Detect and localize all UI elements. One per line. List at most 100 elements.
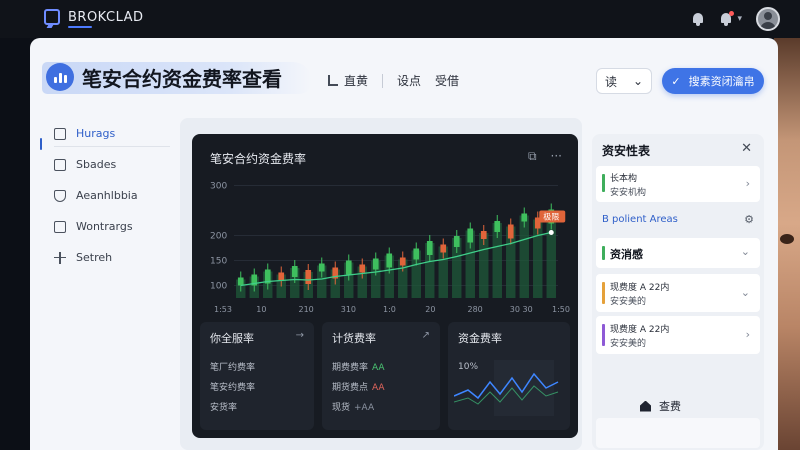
mini-card-title: 资金费率 bbox=[458, 332, 502, 345]
mini-row-label: 安货率 bbox=[210, 403, 238, 413]
sidebar-item-hurags[interactable]: Hurags bbox=[30, 118, 180, 150]
sidebar-item-label: Sbades bbox=[76, 158, 117, 171]
card-line-2: 安安美的 bbox=[610, 339, 647, 349]
section-card[interactable]: 资消感 ⌄ bbox=[596, 238, 760, 268]
right-panel: 资安性表 ✕ 长本构 安安机构 › B polient Areas ⚙ 资消感 … bbox=[592, 134, 764, 450]
y-tick-label: 100 bbox=[210, 282, 227, 292]
avatar[interactable] bbox=[756, 7, 780, 31]
info-card-2[interactable]: 现费度 A 22内 安安美的 ⌄ bbox=[596, 274, 760, 312]
sidebar: Hurags Sbades Aeanhlbbia Wontrargs Setre… bbox=[30, 118, 180, 273]
mini-sparkline bbox=[454, 360, 559, 416]
chat-logo-icon bbox=[44, 9, 60, 25]
query-button[interactable]: 查费 bbox=[640, 398, 681, 414]
x-tick-label: 10 bbox=[256, 305, 266, 314]
x-tick-label: 30 30 bbox=[510, 305, 533, 314]
placeholder-card bbox=[596, 418, 760, 448]
y-tick-label: 200 bbox=[210, 232, 227, 242]
toolbar-link-1[interactable]: 直黄 bbox=[328, 72, 368, 89]
card-line-1: 现费度 A 22内 bbox=[610, 283, 670, 293]
x-tick-label: 20 bbox=[425, 305, 435, 314]
mini-card-3[interactable]: 资金费率 10% bbox=[448, 322, 570, 430]
mini-row-label: 笔厂约费率 bbox=[210, 363, 256, 373]
info-card-3[interactable]: 现费度 A 22内 安安美的 › bbox=[596, 316, 760, 354]
x-tick-label: 310 bbox=[341, 305, 356, 314]
mini-row-label: 现货 bbox=[332, 403, 351, 413]
chevron-right-icon[interactable]: › bbox=[746, 328, 750, 341]
mini-row-label: 期费费率 bbox=[332, 363, 369, 373]
grid-icon bbox=[54, 158, 66, 171]
toolbar-link-3[interactable]: 受借 bbox=[435, 72, 459, 89]
mini-row-value: AA bbox=[372, 383, 385, 393]
sidebar-item-label: Setreh bbox=[76, 251, 113, 264]
mini-row: 笔安约费率 bbox=[210, 380, 255, 393]
bell-icon[interactable] bbox=[691, 12, 705, 26]
more-icon[interactable]: ··· bbox=[551, 149, 562, 164]
corner-icon bbox=[328, 75, 338, 86]
mini-card-title: 计货费率 bbox=[332, 332, 376, 345]
divider bbox=[54, 146, 170, 147]
toolbar-link-2[interactable]: 设点 bbox=[397, 72, 421, 89]
query-button-label: 查费 bbox=[659, 400, 681, 413]
card-line-2: 安安机构 bbox=[610, 188, 647, 198]
mini-row: 现货 +AA bbox=[332, 400, 374, 413]
trend-line bbox=[240, 231, 552, 287]
status-mark bbox=[602, 324, 605, 346]
price-badge-label: 极限 bbox=[543, 212, 559, 222]
brand-name: BROKCLAD bbox=[68, 9, 144, 25]
chevron-down-icon[interactable]: ▾ bbox=[737, 14, 742, 24]
mini-card-1[interactable]: 你全服率 → 笔厂约费率 笔安约费率 安货率 bbox=[200, 322, 314, 430]
check-icon: ✓ bbox=[671, 74, 681, 88]
mini-card-2[interactable]: 计货费率 ↗ 期费费率 AA 期货费点 AA 现货 +AA bbox=[322, 322, 440, 430]
shield-icon bbox=[54, 189, 66, 202]
y-tick-label: 150 bbox=[210, 257, 227, 267]
mini-row: 期费费率 AA bbox=[332, 360, 385, 373]
divider bbox=[382, 73, 384, 88]
mini-row-value: AA bbox=[372, 363, 385, 373]
notification-bell-icon[interactable] bbox=[719, 11, 735, 26]
trend-end-point bbox=[548, 230, 554, 235]
home-icon bbox=[54, 127, 66, 140]
sidebar-item-sbades[interactable]: Sbades bbox=[30, 149, 180, 180]
top-bar: BROKCLAD ▾ bbox=[0, 0, 800, 38]
mini-row: 期货费点 AA bbox=[332, 380, 385, 393]
chevron-down-icon[interactable]: ⌄ bbox=[741, 245, 750, 258]
bar-chart-icon bbox=[46, 63, 74, 91]
chevron-right-icon[interactable]: › bbox=[746, 177, 750, 190]
sidebar-item-label: Hurags bbox=[76, 127, 116, 140]
arrow-up-right-icon[interactable]: ↗ bbox=[422, 330, 430, 341]
view-select[interactable]: 读 ⌄ bbox=[596, 68, 652, 94]
section-link[interactable]: B polient Areas bbox=[602, 214, 678, 225]
funding-rate-chart: 300 200 150 100 极限 1:53 10 210 310 1:0 20 280 30 30 1… bbox=[210, 182, 570, 315]
home-icon bbox=[640, 400, 651, 412]
x-tick-label: 1:0 bbox=[383, 305, 396, 314]
sidebar-item-wontrargs[interactable]: Wontrargs bbox=[30, 211, 180, 242]
card-line-1: 长本构 bbox=[610, 174, 638, 184]
monitor-icon bbox=[54, 220, 66, 233]
section-title: 资消感 bbox=[610, 248, 643, 261]
plus-icon bbox=[54, 251, 66, 264]
sidebar-item-setreh[interactable]: Setreh bbox=[30, 242, 180, 273]
gear-icon[interactable]: ⚙ bbox=[744, 213, 754, 226]
brand[interactable]: BROKCLAD bbox=[44, 9, 144, 25]
chevron-down-icon[interactable]: ⌄ bbox=[741, 286, 750, 299]
status-mark bbox=[602, 174, 605, 192]
funding-rate-panel: 笔安合约资金费率 ⧉ ··· 300 200 150 100 极限 1:53 10 210 31… bbox=[192, 134, 578, 438]
mini-row-label: 笔安约费率 bbox=[210, 383, 256, 393]
x-tick-label: 280 bbox=[468, 305, 483, 314]
info-card-1[interactable]: 长本构 安安机构 › bbox=[596, 166, 760, 202]
brand-underline bbox=[68, 26, 92, 28]
chart-tools: ⧉ ··· bbox=[528, 149, 562, 164]
search-button[interactable]: ✓ 搜素资闭瀹帛 bbox=[662, 68, 764, 94]
close-icon[interactable]: ✕ bbox=[741, 141, 752, 156]
mini-card-title: 你全服率 bbox=[210, 332, 254, 345]
right-panel-title: 资安性表 bbox=[602, 144, 651, 158]
sidebar-item-aeanhlbbia[interactable]: Aeanhlbbia bbox=[30, 180, 180, 211]
mini-row-value: +AA bbox=[354, 403, 375, 413]
card-line-1: 现费度 A 22内 bbox=[610, 325, 670, 335]
arrow-right-icon[interactable]: → bbox=[296, 330, 304, 341]
x-tick-label: 1:53 bbox=[214, 305, 232, 314]
x-tick-label: 210 bbox=[299, 305, 314, 314]
status-mark bbox=[602, 246, 605, 260]
chart-bar bbox=[519, 215, 529, 298]
copy-icon[interactable]: ⧉ bbox=[528, 149, 537, 164]
